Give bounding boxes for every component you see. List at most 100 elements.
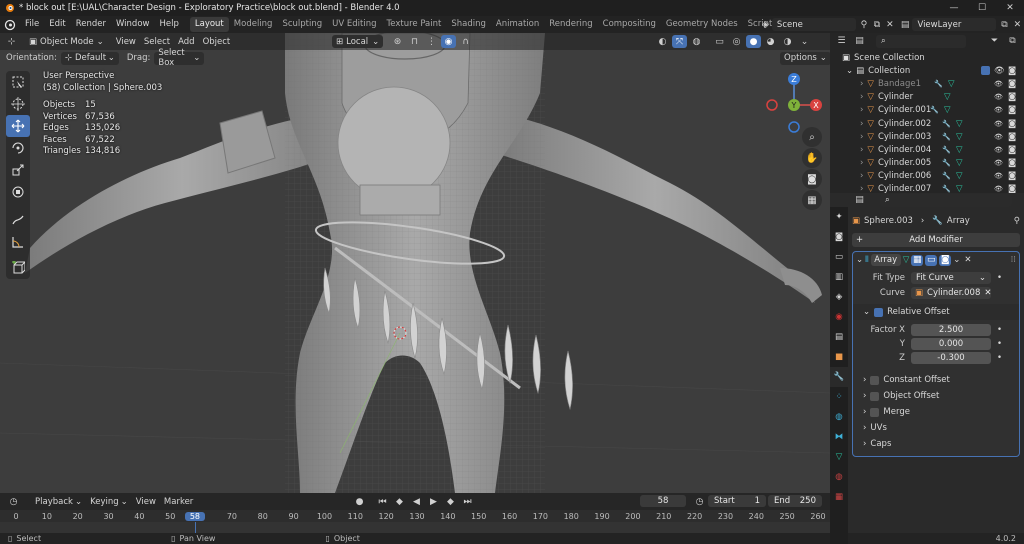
menu-add[interactable]: Add — [174, 35, 198, 48]
tab-layout[interactable]: Layout — [189, 17, 229, 32]
merge-checkbox[interactable] — [870, 407, 880, 417]
material-tab-icon[interactable]: ◍ — [830, 467, 848, 487]
gizmo-neg-z[interactable] — [788, 121, 800, 133]
navigation-gizmo[interactable]: Z X Y — [762, 71, 826, 135]
animate-dot-icon[interactable]: • — [997, 339, 1002, 349]
fit-type-dropdown[interactable]: Fit Curve ⌄ — [911, 272, 991, 284]
move-tool[interactable] — [6, 115, 30, 137]
outliner-scene-collection[interactable]: ▣ Scene Collection — [830, 51, 1024, 64]
end-frame-field[interactable]: End 250 — [768, 495, 822, 507]
mesh-data-icon[interactable]: ▽ — [956, 132, 963, 142]
delete-scene-icon[interactable]: ✕ — [885, 18, 895, 31]
menu-window[interactable]: Window — [111, 16, 155, 33]
camera-icon[interactable]: ◙ — [1008, 171, 1016, 181]
scale-tool[interactable] — [6, 159, 30, 181]
camera-icon[interactable]: ◙ — [1008, 158, 1016, 168]
expand-arrow-icon[interactable]: › — [860, 105, 863, 115]
realtime-toggle-icon[interactable]: ▭ — [925, 254, 938, 266]
editor-type-3d-view-icon[interactable]: ⊹ — [4, 35, 19, 48]
tool-tab-icon[interactable]: ✦ — [830, 207, 848, 227]
new-collection-icon[interactable]: ⧉ — [1005, 35, 1020, 48]
caps-header[interactable]: › Caps — [853, 436, 1019, 452]
constraints-tab-icon[interactable]: ⧓ — [830, 427, 848, 447]
zoom-icon[interactable]: ⌕ — [802, 127, 822, 147]
menu-view[interactable]: View — [112, 35, 140, 48]
shading-options-icon[interactable]: ⌄ — [797, 35, 812, 48]
expand-arrow-icon[interactable]: › — [860, 119, 863, 129]
overlay-icon[interactable]: ◍ — [689, 35, 704, 48]
current-frame-indicator[interactable]: 58 — [184, 512, 205, 521]
outliner-item[interactable]: › ▽ Cylinder.001 🔧 ▽ 👁 ◙ — [830, 104, 1024, 117]
camera-view-icon[interactable]: ◙ — [802, 169, 822, 189]
tab-modeling[interactable]: Modeling — [229, 17, 278, 32]
modifier-wrench-icon[interactable]: 🔧 — [942, 133, 951, 141]
eye-icon[interactable]: 👁 — [994, 133, 1003, 141]
measure-tool[interactable] — [6, 231, 30, 253]
editor-type-outliner-icon[interactable]: ☰ — [834, 35, 849, 48]
solid-shading-icon[interactable]: ● — [746, 35, 761, 48]
menu-file[interactable]: File — [20, 16, 44, 33]
orientation-dropdown[interactable]: ⊹ Default ⌄ — [60, 51, 119, 65]
constant-offset-checkbox[interactable] — [870, 375, 880, 385]
tab-rendering[interactable]: Rendering — [544, 17, 597, 32]
expand-arrow-icon[interactable]: › — [860, 132, 863, 142]
exclude-checkbox[interactable] — [981, 66, 990, 76]
record-icon[interactable]: ● — [352, 495, 367, 508]
modifier-menu-icon[interactable]: ⌄ — [953, 255, 960, 265]
outliner-item[interactable]: › ▽ Cylinder.005 🔧 ▽ 👁 ◙ — [830, 157, 1024, 170]
outliner-item[interactable]: › ▽ Bandage1 🔧 ▽ 👁 ◙ — [830, 77, 1024, 90]
select-box-tool[interactable] — [6, 71, 30, 93]
mesh-data-icon[interactable]: ▽ — [948, 79, 955, 89]
filter-icon[interactable]: ⏷ — [987, 35, 1002, 48]
3d-viewport[interactable]: ⊹ ▣ Object Mode ⌄ View Select Add Object ⊞… — [0, 33, 830, 493]
eye-icon[interactable]: 👁 — [994, 106, 1003, 114]
animate-dot-icon[interactable]: • — [997, 273, 1002, 283]
eye-icon[interactable]: 👁 — [994, 159, 1003, 167]
tab-uv-editing[interactable]: UV Editing — [327, 17, 381, 32]
frame-ruler[interactable]: 0 10 20 30 40 50 58 70 80 90 100 110 120 130 140 150 160… — [0, 510, 830, 533]
mesh-data-icon[interactable]: ▽ — [956, 145, 963, 155]
eye-icon[interactable]: 👁 — [994, 146, 1003, 154]
tab-geometry-nodes[interactable]: Geometry Nodes — [661, 17, 743, 32]
editor-type-timeline-icon[interactable]: ◷ — [6, 495, 21, 508]
collapse-arrow-icon[interactable]: ⌄ — [856, 255, 863, 265]
editor-type-properties-icon[interactable]: ▤ — [852, 194, 867, 207]
menu-keying[interactable]: Keying ⌄ — [86, 495, 132, 508]
eye-icon[interactable]: 👁 — [994, 93, 1003, 101]
view-layer-selector[interactable]: ViewLayer — [912, 18, 997, 31]
xray-toggle-icon[interactable]: ▭ — [712, 35, 727, 48]
camera-icon[interactable]: ◙ — [1008, 92, 1016, 102]
modifier-wrench-icon[interactable]: 🔧 — [930, 106, 939, 114]
add-modifier-button[interactable]: + Add Modifier — [852, 233, 1020, 247]
wireframe-shading-icon[interactable]: ◎ — [729, 35, 744, 48]
mesh-data-icon[interactable]: ▽ — [944, 105, 951, 115]
close-window-button[interactable]: ✕ — [996, 0, 1024, 16]
clear-curve-icon[interactable]: ✕ — [984, 288, 991, 298]
factor-x-field[interactable]: 2.500 — [911, 323, 991, 336]
material-shading-icon[interactable]: ◕ — [763, 35, 778, 48]
scene-tab-icon[interactable]: ◈ — [830, 287, 848, 307]
menu-edit[interactable]: Edit — [44, 16, 70, 33]
camera-icon[interactable]: ◙ — [1008, 79, 1016, 89]
blender-menu-icon[interactable] — [4, 19, 16, 31]
snap-icon[interactable]: ⊓ — [407, 35, 422, 48]
pin-scene-icon[interactable]: ⚲ — [859, 18, 869, 31]
jump-start-icon[interactable]: ⏮ — [375, 495, 390, 508]
outliner-collection[interactable]: ⌄ ▤ Collection 👁 ◙ — [830, 64, 1024, 77]
tab-animation[interactable]: Animation — [491, 17, 544, 32]
object-offset-checkbox[interactable] — [870, 391, 880, 401]
relative-offset-checkbox[interactable] — [874, 307, 884, 317]
proportional-editing-icon[interactable]: ◉ — [441, 35, 456, 48]
outliner-item[interactable]: › ▽ Cylinder.004 🔧 ▽ 👁 ◙ — [830, 143, 1024, 156]
expand-arrow-icon[interactable]: › — [860, 79, 863, 89]
menu-select[interactable]: Select — [140, 35, 174, 48]
uvs-header[interactable]: › UVs — [853, 420, 1019, 436]
camera-icon[interactable]: ◙ — [1008, 105, 1016, 115]
merge-header[interactable]: › Merge — [853, 404, 1019, 420]
rendered-shading-icon[interactable]: ◑ — [780, 35, 795, 48]
tab-shading[interactable]: Shading — [446, 17, 491, 32]
play-icon[interactable]: ▶ — [426, 495, 441, 508]
expand-arrow-icon[interactable]: › — [860, 92, 863, 102]
timeline-track[interactable] — [0, 522, 830, 533]
camera-icon[interactable]: ◙ — [1008, 132, 1016, 142]
